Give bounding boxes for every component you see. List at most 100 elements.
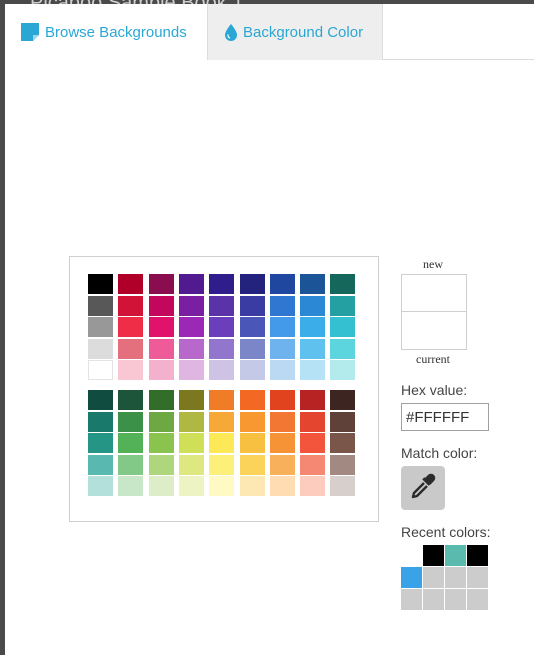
color-swatch-top-4-6[interactable] xyxy=(269,360,295,381)
tab-background-color[interactable]: Background Color xyxy=(207,4,383,60)
color-swatch-bottom-4-2[interactable] xyxy=(148,476,174,497)
color-swatch-bottom-3-0[interactable] xyxy=(88,454,113,475)
color-swatch-bottom-1-8[interactable] xyxy=(330,411,356,432)
color-swatch-top-1-2[interactable] xyxy=(148,295,174,316)
color-swatch-bottom-1-1[interactable] xyxy=(118,411,144,432)
color-swatch-bottom-4-0[interactable] xyxy=(88,476,113,497)
color-swatch-top-0-6[interactable] xyxy=(269,274,295,294)
color-swatch-bottom-0-3[interactable] xyxy=(178,390,204,410)
recent-color-swatch[interactable] xyxy=(423,589,444,610)
color-swatch-top-3-4[interactable] xyxy=(209,338,235,359)
recent-color-swatch[interactable] xyxy=(445,589,466,610)
color-swatch-top-3-8[interactable] xyxy=(330,338,356,359)
color-swatch-bottom-3-6[interactable] xyxy=(269,454,295,475)
color-swatch-bottom-3-4[interactable] xyxy=(209,454,235,475)
color-swatch-top-2-8[interactable] xyxy=(330,317,356,338)
color-swatch-bottom-4-8[interactable] xyxy=(330,476,356,497)
color-swatch-bottom-1-4[interactable] xyxy=(209,411,235,432)
color-swatch-bottom-1-0[interactable] xyxy=(88,411,113,432)
color-swatch-bottom-1-2[interactable] xyxy=(148,411,174,432)
color-swatch-top-0-3[interactable] xyxy=(178,274,204,294)
tab-browse-backgrounds[interactable]: Browse Backgrounds xyxy=(5,4,207,60)
color-swatch-bottom-3-1[interactable] xyxy=(118,454,144,475)
color-swatch-top-1-6[interactable] xyxy=(269,295,295,316)
color-swatch-bottom-4-3[interactable] xyxy=(178,476,204,497)
color-swatch-bottom-0-8[interactable] xyxy=(330,390,356,410)
color-swatch-bottom-0-1[interactable] xyxy=(118,390,144,410)
color-swatch-bottom-0-7[interactable] xyxy=(300,390,326,410)
color-swatch-bottom-0-0[interactable] xyxy=(88,390,113,410)
recent-color-swatch[interactable] xyxy=(445,545,466,566)
color-swatch-top-3-6[interactable] xyxy=(269,338,295,359)
color-swatch-top-4-8[interactable] xyxy=(330,360,356,381)
color-swatch-bottom-3-7[interactable] xyxy=(300,454,326,475)
color-swatch-top-1-1[interactable] xyxy=(118,295,144,316)
color-swatch-top-1-7[interactable] xyxy=(300,295,326,316)
color-swatch-bottom-4-7[interactable] xyxy=(300,476,326,497)
color-swatch-top-0-0[interactable] xyxy=(88,274,113,294)
color-swatch-bottom-2-1[interactable] xyxy=(118,433,144,454)
color-swatch-top-4-3[interactable] xyxy=(178,360,204,381)
color-swatch-top-1-0[interactable] xyxy=(88,295,113,316)
color-swatch-bottom-2-7[interactable] xyxy=(300,433,326,454)
color-swatch-top-4-1[interactable] xyxy=(118,360,144,381)
color-swatch-bottom-2-3[interactable] xyxy=(178,433,204,454)
color-swatch-top-0-1[interactable] xyxy=(118,274,144,294)
color-swatch-top-2-1[interactable] xyxy=(118,317,144,338)
color-swatch-top-3-3[interactable] xyxy=(178,338,204,359)
color-swatch-bottom-0-4[interactable] xyxy=(209,390,235,410)
color-swatch-bottom-3-5[interactable] xyxy=(239,454,265,475)
recent-color-swatch[interactable] xyxy=(445,567,466,588)
color-swatch-top-0-2[interactable] xyxy=(148,274,174,294)
recent-color-swatch[interactable] xyxy=(401,567,422,588)
color-swatch-top-1-3[interactable] xyxy=(178,295,204,316)
color-swatch-top-4-7[interactable] xyxy=(300,360,326,381)
color-swatch-top-2-4[interactable] xyxy=(209,317,235,338)
color-swatch-top-4-2[interactable] xyxy=(148,360,174,381)
color-swatch-top-0-8[interactable] xyxy=(330,274,356,294)
color-swatch-top-4-5[interactable] xyxy=(239,360,265,381)
color-swatch-bottom-2-6[interactable] xyxy=(269,433,295,454)
color-swatch-top-2-2[interactable] xyxy=(148,317,174,338)
eyedropper-button[interactable] xyxy=(401,466,445,510)
color-swatch-bottom-3-2[interactable] xyxy=(148,454,174,475)
color-swatch-top-3-2[interactable] xyxy=(148,338,174,359)
color-swatch-top-2-6[interactable] xyxy=(269,317,295,338)
hex-value-input[interactable] xyxy=(401,403,489,431)
color-swatch-bottom-3-3[interactable] xyxy=(178,454,204,475)
color-swatch-bottom-1-6[interactable] xyxy=(269,411,295,432)
color-swatch-top-4-0[interactable] xyxy=(88,360,113,381)
color-swatch-top-3-5[interactable] xyxy=(239,338,265,359)
color-swatch-top-2-5[interactable] xyxy=(239,317,265,338)
color-swatch-bottom-2-2[interactable] xyxy=(148,433,174,454)
recent-color-swatch[interactable] xyxy=(467,545,488,566)
color-swatch-top-3-7[interactable] xyxy=(300,338,326,359)
recent-color-swatch[interactable] xyxy=(401,589,422,610)
color-swatch-top-1-8[interactable] xyxy=(330,295,356,316)
color-swatch-bottom-4-4[interactable] xyxy=(209,476,235,497)
color-swatch-bottom-3-8[interactable] xyxy=(330,454,356,475)
color-swatch-top-4-4[interactable] xyxy=(209,360,235,381)
color-swatch-bottom-2-5[interactable] xyxy=(239,433,265,454)
color-swatch-bottom-0-2[interactable] xyxy=(148,390,174,410)
color-swatch-top-0-7[interactable] xyxy=(300,274,326,294)
color-swatch-bottom-0-6[interactable] xyxy=(269,390,295,410)
color-swatch-bottom-2-4[interactable] xyxy=(209,433,235,454)
color-swatch-top-3-1[interactable] xyxy=(118,338,144,359)
color-swatch-bottom-1-3[interactable] xyxy=(178,411,204,432)
color-swatch-top-1-4[interactable] xyxy=(209,295,235,316)
recent-color-swatch[interactable] xyxy=(423,567,444,588)
color-swatch-bottom-4-5[interactable] xyxy=(239,476,265,497)
color-swatch-top-2-7[interactable] xyxy=(300,317,326,338)
color-swatch-bottom-1-7[interactable] xyxy=(300,411,326,432)
color-swatch-top-2-0[interactable] xyxy=(88,317,113,338)
recent-color-swatch[interactable] xyxy=(467,589,488,610)
color-swatch-top-1-5[interactable] xyxy=(239,295,265,316)
recent-color-swatch[interactable] xyxy=(467,567,488,588)
color-swatch-top-0-4[interactable] xyxy=(209,274,235,294)
color-swatch-bottom-0-5[interactable] xyxy=(239,390,265,410)
color-swatch-top-0-5[interactable] xyxy=(239,274,265,294)
color-swatch-bottom-4-1[interactable] xyxy=(118,476,144,497)
color-swatch-bottom-1-5[interactable] xyxy=(239,411,265,432)
color-swatch-bottom-2-8[interactable] xyxy=(330,433,356,454)
